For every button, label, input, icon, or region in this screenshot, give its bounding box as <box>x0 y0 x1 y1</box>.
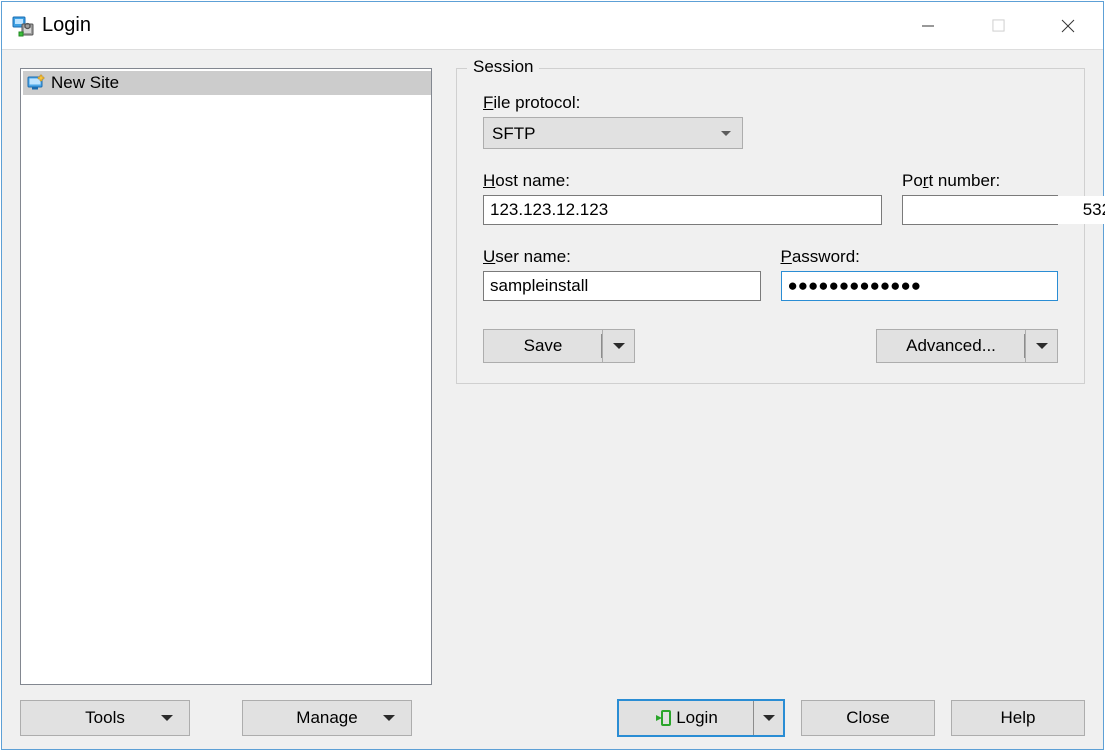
maximize-icon <box>992 19 1005 32</box>
close-icon <box>1061 19 1075 33</box>
user-label: User name: <box>483 247 761 267</box>
manage-button[interactable]: Manage <box>242 700 412 736</box>
session-legend: Session <box>467 57 539 77</box>
site-list[interactable]: New Site <box>20 68 432 685</box>
footer-left: Tools Manage <box>20 700 412 736</box>
minimize-icon <box>921 19 935 33</box>
site-item-label: New Site <box>51 73 119 93</box>
host-block: Host name: <box>483 171 882 225</box>
login-dialog-window: Login <box>1 1 1104 750</box>
host-port-row: Host name: Port number: ▲ ▼ <box>483 171 1058 225</box>
titlebar: Login <box>2 2 1103 50</box>
port-label: Port number: <box>902 171 1058 191</box>
username-input[interactable] <box>483 271 761 301</box>
dialog-body: New Site Session File protocol: SFTP <box>2 50 1103 749</box>
port-block: Port number: ▲ ▼ <box>902 171 1058 225</box>
login-dropdown-button[interactable] <box>753 701 783 735</box>
chevron-down-icon <box>613 343 625 355</box>
app-icon <box>12 14 36 38</box>
site-item-new-site[interactable]: New Site <box>23 71 431 95</box>
tools-label: Tools <box>85 708 125 728</box>
minimize-button[interactable] <box>893 2 963 49</box>
file-protocol-block: File protocol: SFTP <box>483 93 1058 149</box>
chevron-down-icon <box>161 715 173 727</box>
login-split-button[interactable]: Login <box>617 699 785 737</box>
file-protocol-select-el[interactable]: SFTP <box>483 117 743 149</box>
close-button[interactable]: Close <box>801 700 935 736</box>
session-group: Session File protocol: SFTP Host <box>456 68 1085 384</box>
manage-label: Manage <box>296 708 357 728</box>
monitor-new-icon <box>27 74 45 92</box>
window-title: Login <box>42 14 91 37</box>
login-label: Login <box>676 708 718 728</box>
host-input[interactable] <box>483 195 882 225</box>
login-arrow-icon <box>654 709 672 727</box>
session-button-row: Save Advanced... <box>483 329 1058 363</box>
login-button[interactable]: Login <box>619 701 753 735</box>
maximize-button[interactable] <box>963 2 1033 49</box>
port-stepper[interactable]: ▲ ▼ <box>902 195 1058 225</box>
file-protocol-select[interactable]: SFTP <box>483 117 743 149</box>
port-input[interactable] <box>903 196 1105 224</box>
chevron-down-icon <box>383 715 395 727</box>
main-row: New Site Session File protocol: SFTP <box>20 68 1085 685</box>
right-column: Session File protocol: SFTP Host <box>456 68 1085 685</box>
close-window-button[interactable] <box>1033 2 1103 49</box>
password-input[interactable] <box>781 271 1059 301</box>
advanced-button[interactable]: Advanced... <box>876 329 1026 363</box>
help-button[interactable]: Help <box>951 700 1085 736</box>
password-label: Password: <box>781 247 1059 267</box>
footer-row: Tools Manage <box>20 699 1085 737</box>
password-block: Password: <box>781 247 1059 301</box>
window-controls <box>893 2 1103 49</box>
chevron-down-icon <box>763 715 775 727</box>
save-dropdown-button[interactable] <box>603 329 635 363</box>
chevron-down-icon <box>1036 343 1048 355</box>
user-block: User name: <box>483 247 761 301</box>
advanced-split-button[interactable]: Advanced... <box>876 329 1058 363</box>
file-protocol-label: File protocol: <box>483 93 1058 113</box>
tools-button[interactable]: Tools <box>20 700 190 736</box>
host-label: Host name: <box>483 171 882 191</box>
user-pass-row: User name: Password: <box>483 247 1058 301</box>
save-button[interactable]: Save <box>483 329 603 363</box>
save-split-button[interactable]: Save <box>483 329 635 363</box>
advanced-dropdown-button[interactable] <box>1026 329 1058 363</box>
footer-right: Login Close Help <box>617 699 1085 737</box>
